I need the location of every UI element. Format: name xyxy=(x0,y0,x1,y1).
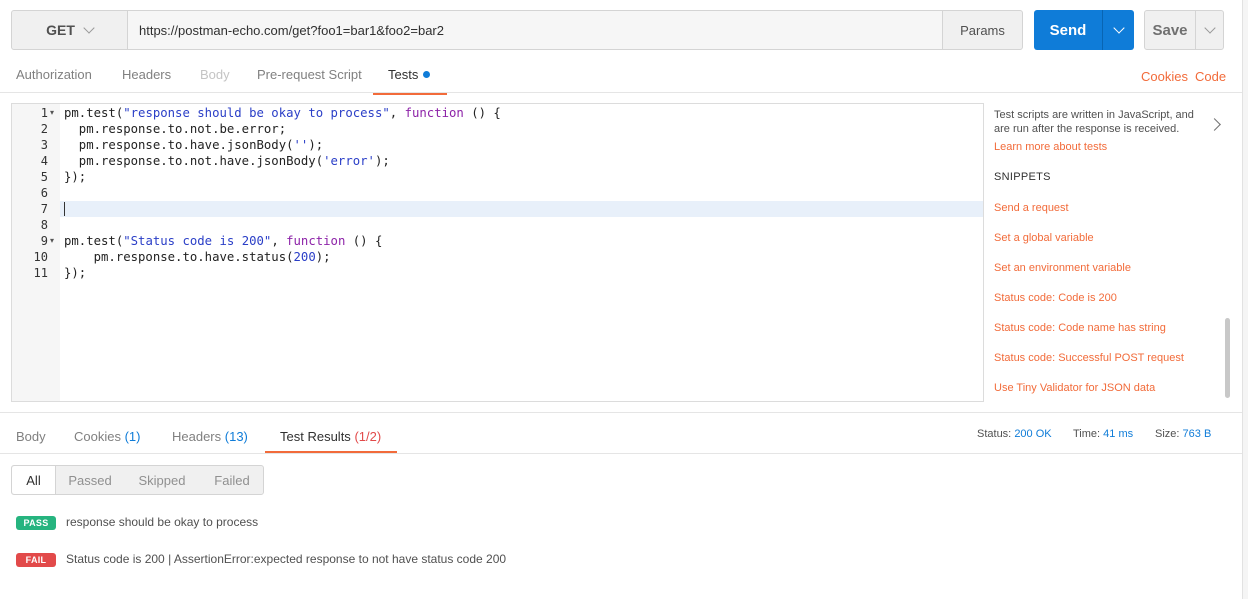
status-value: 200 OK xyxy=(1014,428,1052,440)
status-label: Status: xyxy=(977,428,1012,440)
send-button-group: Send xyxy=(1034,10,1134,50)
filter-failed[interactable]: Failed xyxy=(202,466,262,494)
line-number: 7 xyxy=(40,202,48,216)
window-edge xyxy=(1242,0,1248,599)
tab-prerequest-script[interactable]: Pre-request Script xyxy=(257,67,362,93)
size-value: 763 B xyxy=(1182,428,1212,440)
chevron-down-icon xyxy=(83,22,95,34)
save-button-group: Save xyxy=(1144,10,1224,50)
chevron-down-icon xyxy=(1112,22,1125,34)
tab-tests[interactable]: Tests xyxy=(372,67,448,95)
save-dropdown-button[interactable] xyxy=(1196,11,1224,49)
code-line: pm.response.to.not.have.jsonBody('error'… xyxy=(64,154,390,168)
line-number: 6 xyxy=(40,186,48,200)
line-number: 4 xyxy=(40,154,48,168)
method-label: GET xyxy=(46,22,75,38)
tab-headers[interactable]: Headers xyxy=(122,67,171,93)
params-button[interactable]: Params xyxy=(942,10,1023,50)
description-text: Test scripts are written in JavaScript, … xyxy=(994,109,1194,135)
params-label: Params xyxy=(960,22,1005,38)
pane-divider[interactable] xyxy=(0,412,1248,413)
learn-more-link[interactable]: Learn more about tests xyxy=(994,140,1204,154)
send-button[interactable]: Send xyxy=(1034,10,1102,50)
code-line: pm.response.to.have.status(200); xyxy=(64,250,331,264)
url-input[interactable]: https://postman-echo.com/get?foo1=bar1&f… xyxy=(127,10,943,50)
line-number: 9 xyxy=(40,234,48,248)
time-label: Time: xyxy=(1073,428,1101,440)
filter-passed[interactable]: Passed xyxy=(58,466,122,494)
code-line: pm.response.to.have.jsonBody(''); xyxy=(64,138,324,152)
response-status: Status: 200 OK xyxy=(977,428,1052,440)
snippet-item[interactable]: Status code: Code name has string xyxy=(994,322,1166,334)
snippets-description: Test scripts are written in JavaScript, … xyxy=(994,108,1204,154)
active-line-highlight xyxy=(60,201,983,217)
code-line: pm.test("response should be okay to proc… xyxy=(64,106,501,120)
snippet-item[interactable]: Set a global variable xyxy=(994,232,1094,244)
tab-authorization[interactable]: Authorization xyxy=(16,67,92,93)
snippet-item[interactable]: Status code: Successful POST request xyxy=(994,352,1184,364)
tab-body[interactable]: Body xyxy=(200,67,230,93)
line-number: 1 xyxy=(40,106,48,120)
tabs-divider xyxy=(0,92,1248,93)
response-tab-headers[interactable]: Headers (13) xyxy=(172,429,248,444)
line-number: 5 xyxy=(40,170,48,184)
filter-skipped[interactable]: Skipped xyxy=(126,466,198,494)
modified-dot-icon xyxy=(423,71,431,78)
line-number: 8 xyxy=(40,218,48,232)
response-tab-test-results-label: Test Results xyxy=(280,429,351,444)
fold-arrow-icon[interactable]: ▾ xyxy=(50,105,54,121)
snippet-item[interactable]: Status code: Code is 200 xyxy=(994,292,1117,304)
code-line: pm.test("Status code is 200", function (… xyxy=(64,234,383,248)
filter-all[interactable]: All xyxy=(12,466,56,494)
response-size: Size: 763 B xyxy=(1155,428,1211,440)
test-results-count: (1/2) xyxy=(354,429,382,444)
snippet-item[interactable]: Send a request xyxy=(994,202,1069,214)
test-script-editor[interactable]: 1 2 3 4 5 6 7 8 9 10 11 ▾ ▾ pm.test("res… xyxy=(11,103,984,402)
size-label: Size: xyxy=(1155,428,1180,440)
save-button[interactable]: Save xyxy=(1145,11,1195,49)
response-tab-body[interactable]: Body xyxy=(16,429,46,444)
response-time: Time: 41 ms xyxy=(1073,428,1133,440)
response-tab-headers-label: Headers xyxy=(172,429,222,444)
snippets-heading: SNIPPETS xyxy=(994,171,1051,183)
snippet-item[interactable]: Set an environment variable xyxy=(994,262,1131,274)
tab-tests-label: Tests xyxy=(388,67,419,82)
collapse-panel-arrow-icon[interactable] xyxy=(1208,118,1221,131)
chevron-down-icon xyxy=(1204,22,1216,34)
code-link[interactable]: Code xyxy=(1195,69,1226,84)
snippets-scrollbar[interactable] xyxy=(1225,318,1230,398)
fold-arrow-icon[interactable]: ▾ xyxy=(50,233,54,249)
fail-badge: FAIL xyxy=(16,553,56,567)
headers-count: (13) xyxy=(224,429,248,444)
line-number: 3 xyxy=(40,138,48,152)
code-line: pm.response.to.not.be.error; xyxy=(64,122,287,136)
response-tab-test-results[interactable]: Test Results (1/2) xyxy=(280,429,381,444)
test-result-text: Status code is 200 | AssertionError:expe… xyxy=(66,552,507,566)
pass-badge: PASS xyxy=(16,516,56,530)
line-number: 10 xyxy=(33,250,48,264)
send-dropdown-button[interactable] xyxy=(1103,10,1134,50)
time-value: 41 ms xyxy=(1103,428,1134,440)
line-number: 11 xyxy=(33,266,48,280)
response-tab-cookies[interactable]: Cookies (1) xyxy=(74,429,140,444)
text-cursor xyxy=(64,202,65,216)
cookies-link[interactable]: Cookies xyxy=(1141,69,1188,84)
code-line: }); xyxy=(64,170,87,184)
code-line: }); xyxy=(64,266,87,280)
cookies-count: (1) xyxy=(124,429,141,444)
results-filter: All Passed Skipped Failed xyxy=(11,465,264,495)
line-number: 2 xyxy=(40,122,48,136)
method-dropdown[interactable]: GET xyxy=(11,10,128,50)
snippet-item[interactable]: Use Tiny Validator for JSON data xyxy=(994,382,1155,394)
test-result-text: response should be okay to process xyxy=(66,515,259,529)
url-text: https://postman-echo.com/get?foo1=bar1&f… xyxy=(139,22,444,38)
response-tabs-divider xyxy=(0,453,1248,454)
response-tab-cookies-label: Cookies xyxy=(74,429,121,444)
